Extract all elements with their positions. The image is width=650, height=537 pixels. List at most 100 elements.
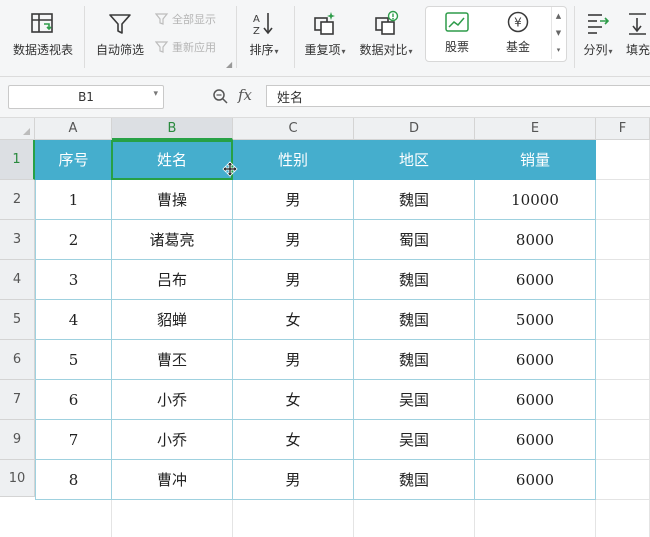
table-cell[interactable]: 男 — [233, 260, 354, 300]
table-cell[interactable]: 曹操 — [112, 180, 233, 220]
table-cell[interactable]: 蜀国 — [354, 220, 475, 260]
table-cell[interactable]: 诸葛亮 — [112, 220, 233, 260]
table-cell[interactable]: 女 — [233, 420, 354, 460]
table-row: 1 曹操男魏国 10000 — [35, 180, 596, 220]
row-header-7[interactable]: 7 — [0, 380, 35, 420]
fund-button[interactable]: ¥ 基金 — [493, 11, 543, 55]
header-cell[interactable]: 姓名 — [112, 140, 233, 180]
select-all-triangle — [23, 128, 30, 135]
autofilter-button[interactable]: 自动筛选 — [94, 6, 146, 58]
header-cell[interactable]: 地区 — [354, 140, 475, 180]
table-cell[interactable]: 5 — [35, 340, 112, 380]
column-header-d[interactable]: D — [354, 118, 475, 140]
table-cell[interactable]: 男 — [233, 180, 354, 220]
column-header-f[interactable]: F — [596, 118, 650, 140]
table-cell[interactable]: 8 — [35, 460, 112, 500]
row-header-4[interactable]: 4 — [0, 260, 35, 300]
header-cell[interactable]: 性别 — [233, 140, 354, 180]
show-all-button[interactable]: 全部显示 — [155, 11, 216, 27]
table-cell[interactable]: 魏国 — [354, 300, 475, 340]
fill-button[interactable]: 填充 — [626, 6, 650, 58]
insert-function-button[interactable]: fx — [238, 86, 252, 104]
header-cell[interactable]: 销量 — [475, 140, 596, 180]
table-row: 5 曹丕男魏国 6000 — [35, 340, 596, 380]
header-cell[interactable]: 序号 — [35, 140, 112, 180]
table-cell[interactable]: 貂蝉 — [112, 300, 233, 340]
sheet-grid[interactable]: 序号 姓名 性别 地区 销量 1 曹操男魏国 10000 2 诸葛亮男蜀国 8000 3 吕布男魏国 60… — [35, 140, 650, 537]
pivot-table-button[interactable]: 数据透视表 — [10, 6, 76, 58]
table-cell[interactable]: 6 — [35, 380, 112, 420]
chevron-down-icon: ▾ — [341, 47, 346, 56]
name-box[interactable]: B1 ▾ — [8, 85, 164, 109]
table-cell[interactable]: 男 — [233, 220, 354, 260]
table-cell[interactable]: 魏国 — [354, 340, 475, 380]
row-header-2[interactable]: 2 — [0, 180, 35, 220]
table-row: 2 诸葛亮男蜀国 8000 — [35, 220, 596, 260]
table-cell[interactable]: 魏国 — [354, 180, 475, 220]
show-all-icon — [155, 13, 169, 25]
table-cell[interactable]: 2 — [35, 220, 112, 260]
row-header-1[interactable]: 1 — [0, 140, 35, 180]
table-cell[interactable]: 3 — [35, 260, 112, 300]
column-header-c[interactable]: C — [233, 118, 354, 140]
table-cell[interactable]: 6000 — [475, 260, 596, 300]
fill-icon — [626, 6, 650, 36]
chevron-down-icon[interactable]: ▾ — [153, 89, 158, 99]
table-cell[interactable]: 8000 — [475, 220, 596, 260]
compare-button[interactable]: 数据对比▾ — [356, 6, 416, 58]
svg-text:A: A — [253, 14, 260, 25]
table-cell[interactable]: 男 — [233, 340, 354, 380]
table-cell[interactable]: 7 — [35, 420, 112, 460]
table-cell[interactable]: 吕布 — [112, 260, 233, 300]
stock-button[interactable]: 股票 — [432, 11, 482, 55]
split-button[interactable]: 分列▾ — [578, 6, 618, 58]
row-header-9[interactable]: 9 — [0, 420, 35, 460]
table-cell[interactable]: 女 — [233, 380, 354, 420]
table-row: 4 貂蝉女魏国 5000 — [35, 300, 596, 340]
table-cell[interactable]: 曹丕 — [112, 340, 233, 380]
autofilter-label: 自动筛选 — [95, 43, 144, 57]
duplicates-button[interactable]: 重复项▾ — [300, 6, 350, 58]
table-cell[interactable]: 小乔 — [112, 380, 233, 420]
sort-button[interactable]: A Z 排序▾ — [244, 6, 284, 58]
table-cell[interactable]: 6000 — [475, 420, 596, 460]
table-cell[interactable]: 吴国 — [354, 420, 475, 460]
table-cell[interactable]: 6000 — [475, 460, 596, 500]
chevron-down-icon[interactable]: ▼ — [556, 29, 561, 37]
formula-input[interactable]: 姓名 — [266, 85, 650, 107]
gallery-scroll[interactable]: ▲ ▼ ▾ — [551, 7, 565, 59]
stock-icon — [445, 12, 469, 32]
table-cell[interactable]: 5000 — [475, 300, 596, 340]
select-all-corner[interactable] — [0, 118, 35, 140]
table-cell[interactable]: 4 — [35, 300, 112, 340]
table-cell[interactable]: 魏国 — [354, 460, 475, 500]
table-cell[interactable]: 小乔 — [112, 420, 233, 460]
row-header-3[interactable]: 3 — [0, 220, 35, 260]
table-cell[interactable]: 1 — [35, 180, 112, 220]
table-cell[interactable]: 6000 — [475, 340, 596, 380]
more-icon[interactable]: ▾ — [557, 46, 561, 54]
chevron-down-icon: ▾ — [274, 47, 279, 56]
column-header-a[interactable]: A — [35, 118, 112, 140]
reapply-button[interactable]: 重新应用 — [155, 39, 216, 55]
reapply-label: 重新应用 — [172, 41, 216, 54]
table-cell[interactable]: 曹冲 — [112, 460, 233, 500]
zoom-icon[interactable] — [212, 88, 228, 108]
table-cell[interactable]: 吴国 — [354, 380, 475, 420]
table-cell[interactable]: 男 — [233, 460, 354, 500]
chevron-up-icon[interactable]: ▲ — [556, 12, 561, 20]
column-header-e[interactable]: E — [475, 118, 596, 140]
pivot-table-label: 数据透视表 — [12, 43, 73, 57]
stock-label: 股票 — [444, 40, 469, 54]
row-header-5[interactable]: 5 — [0, 300, 35, 340]
table-cell[interactable]: 10000 — [475, 180, 596, 220]
table-cell[interactable]: 女 — [233, 300, 354, 340]
filter-dialog-launcher[interactable]: ◢ — [226, 60, 232, 69]
row-header-6[interactable]: 6 — [0, 340, 35, 380]
table-cell[interactable]: 魏国 — [354, 260, 475, 300]
column-header-bar: ABCDEF — [35, 118, 650, 140]
column-header-b[interactable]: B — [112, 118, 233, 140]
ribbon-separator — [294, 6, 295, 68]
row-header-10[interactable]: 10 — [0, 460, 35, 497]
table-cell[interactable]: 6000 — [475, 380, 596, 420]
